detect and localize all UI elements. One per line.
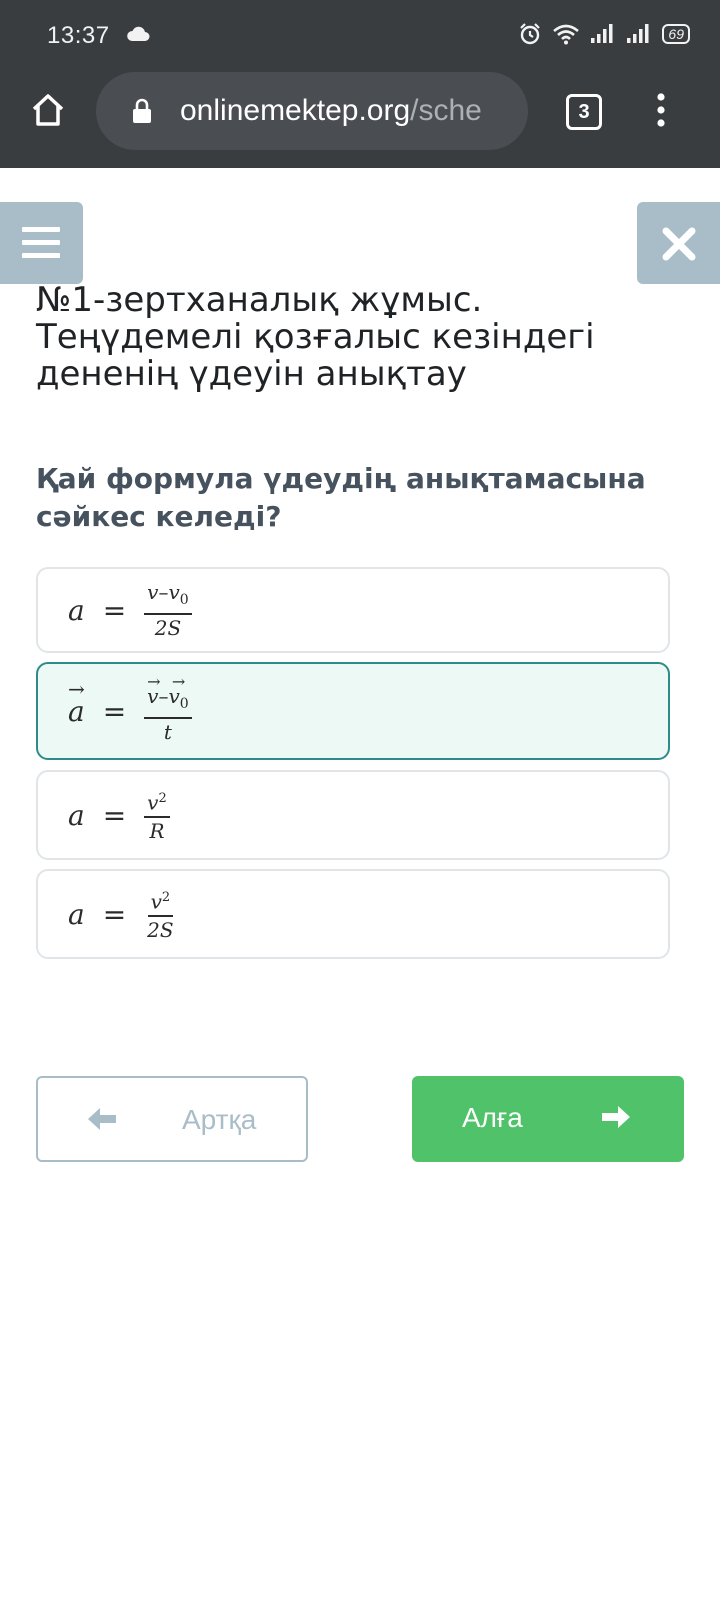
back-label: Артқа [182,1104,257,1135]
formula-symbol: v [147,671,159,707]
formula-lhs: a [68,677,85,728]
wifi-icon [553,24,580,45]
tab-switcher-button[interactable]: 3 [566,94,602,130]
formula-subscript: 0 [179,696,189,712]
url-path: /sche [410,94,482,127]
answer-option[interactable]: a = v2 2S [36,869,670,959]
alarm-icon [520,23,541,45]
formula-operator: – [158,580,169,604]
next-button[interactable]: Алға [412,1076,684,1162]
formula-superscript: 2 [161,890,171,906]
arrow-right-icon [602,1106,630,1128]
answer-option-selected[interactable]: a = v–v0 t [36,662,670,760]
formula-symbol: v [147,790,159,815]
battery-icon: 69 [662,24,690,44]
close-icon [662,227,696,261]
menu-button[interactable] [0,202,83,284]
formula: a = v–v0 2S [68,569,192,651]
formula-numerator: v–v0 [144,581,192,615]
formula: a = v2 2S [68,871,177,957]
formula-symbol: v0 [168,671,189,715]
formula-equals: = [102,897,127,931]
formula-superscript: 2 [158,791,167,807]
home-icon[interactable] [28,90,68,130]
formula: a = v2 R [68,772,170,858]
formula-denominator: R [149,818,165,843]
next-label: Алға [462,1102,523,1133]
lock-icon [133,98,151,123]
signal-icon [627,24,649,43]
url-domain: onlinemektep.org [180,94,411,127]
formula-fraction: v–v0 2S [144,581,192,639]
formula-subscript: 0 [179,592,189,608]
status-bar: 13:37 69 [0,0,720,70]
browser-toolbar: onlinemektep.org/sche 3 [0,70,720,168]
formula-numerator: v2 [147,887,174,917]
formula: a = v–v0 t [68,664,192,758]
formula-symbol: v [150,889,162,914]
status-icons: 69 [518,22,690,46]
formula-denominator: 2S [147,917,174,942]
url-text: onlinemektep.org/sche [180,94,482,128]
formula-symbol: v [168,684,180,708]
cloud-icon [127,26,150,41]
answer-option[interactable]: a = v2 R [36,770,670,860]
formula-numerator: v–v0 [144,671,192,719]
formula-equals: = [102,798,127,832]
lesson-title: №1-зертханалық жұмыс. Теңүдемелі қозғалы… [36,280,595,394]
arrow-left-icon [88,1108,116,1130]
address-bar[interactable]: onlinemektep.org/sche [96,72,528,150]
close-button[interactable] [637,202,720,284]
formula-fraction: v2 2S [144,887,176,941]
formula-lhs: a [68,897,85,931]
formula-fraction: v2 R [144,788,170,842]
formula-symbol: v [147,580,159,604]
answer-option[interactable]: a = v–v0 2S [36,567,670,653]
formula-denominator: t [163,720,172,744]
formula-fraction: v–v0 t [144,671,192,744]
hamburger-icon [22,227,60,258]
formula-equals: = [102,593,127,627]
formula-numerator: v2 [144,788,170,818]
formula-lhs: a [68,593,85,627]
formula-symbol: v [168,580,180,604]
formula-equals: = [102,694,127,728]
formula-lhs: a [68,798,85,832]
more-vertical-icon[interactable] [656,92,666,128]
signal-icon [591,24,613,43]
back-button[interactable]: Артқа [36,1076,308,1162]
formula-denominator: 2S [154,616,182,640]
status-time: 13:37 [47,22,110,49]
question-text: Қай формула үдеудің анықтамасына сәйкес … [36,462,646,533]
